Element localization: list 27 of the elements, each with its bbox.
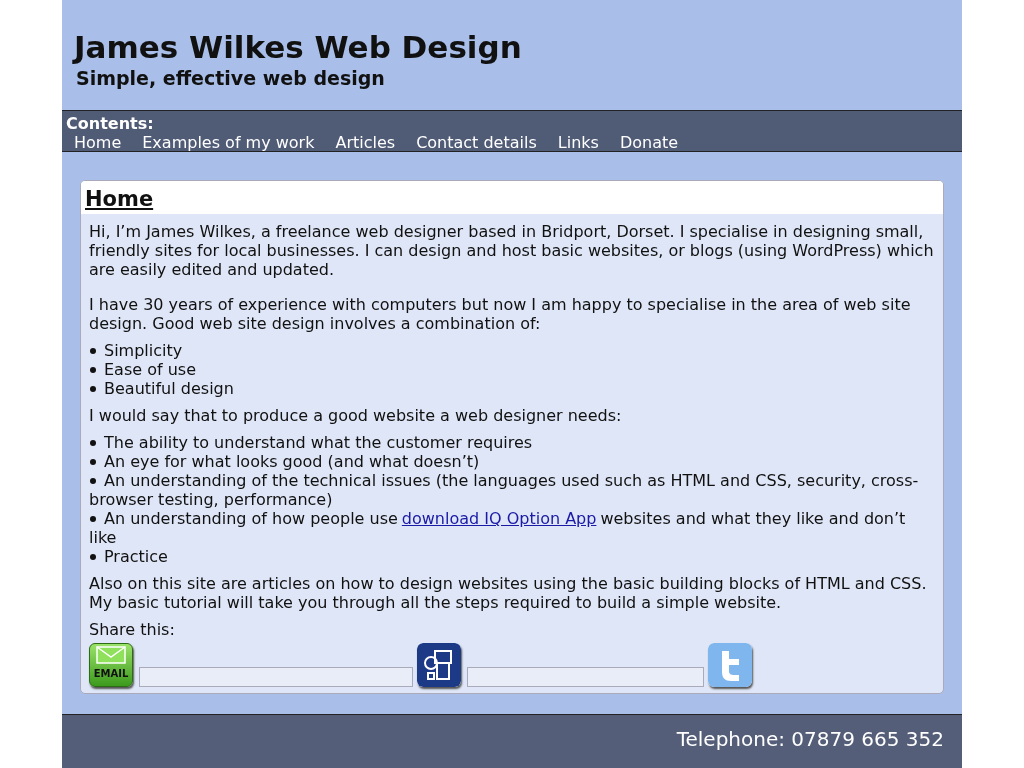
list-item: An understanding of how people use download IQ Option App websites and what they like and don’t like: [89, 509, 907, 547]
list-item: Ease of use: [89, 360, 935, 379]
paragraph: Hi, I’m James Wilkes, a freelance web designer based in Bridport, Dorset. I specialise in designing small, friendly sites for local businesses. I can design and host basic websites, or blogs (using WordPress) which are easily edited and updated.: [89, 222, 935, 279]
share-label: Share this:: [89, 620, 176, 639]
nav-link[interactable]: Contact details: [412, 133, 547, 153]
list-item: The ability to understand what the customer requires: [89, 433, 935, 452]
text-link[interactable]: download IQ Option App: [401, 509, 597, 528]
paragraph: I would say that to produce a good website a web designer needs:: [89, 406, 623, 425]
nav-link[interactable]: Donate: [615, 133, 689, 153]
footer-contact: Telephone: 07879 665 352: [675, 727, 944, 752]
paragraph: I have 30 years of experience with computers but now I am happy to specialise in the area of web site design. Good web site design involves a combination of:: [89, 295, 912, 333]
nav-link[interactable]: Articles: [331, 133, 406, 153]
site-tagline: Simple, effective web design: [76, 66, 385, 91]
list-item: An understanding of the technical issues (the languages used such as HTML and CSS, security, cross-browser testing, performance): [89, 471, 920, 509]
page-heading: Home: [85, 186, 154, 212]
nav-link[interactable]: Links: [553, 133, 609, 153]
nav-link[interactable]: Examples of my work: [138, 133, 325, 153]
list-item: Practice: [89, 547, 935, 566]
paragraph: Also on this site are articles on how to design websites using the basic building blocks of HTML and CSS. My basic tutorial will take you through all the steps required to build a simple website.: [89, 574, 928, 612]
nav-heading: Contents:: [66, 115, 154, 133]
site-title: James Wilkes Web Design: [74, 29, 522, 65]
nav-link[interactable]: Home: [70, 133, 132, 153]
list-item: An eye for what looks good (and what doesn’t): [89, 452, 935, 471]
list-item: Simplicity: [89, 341, 935, 360]
email-share-button[interactable]: EMAIL: [89, 643, 133, 687]
envelope-icon: [96, 646, 126, 664]
list-item: Beautiful design: [89, 379, 935, 398]
